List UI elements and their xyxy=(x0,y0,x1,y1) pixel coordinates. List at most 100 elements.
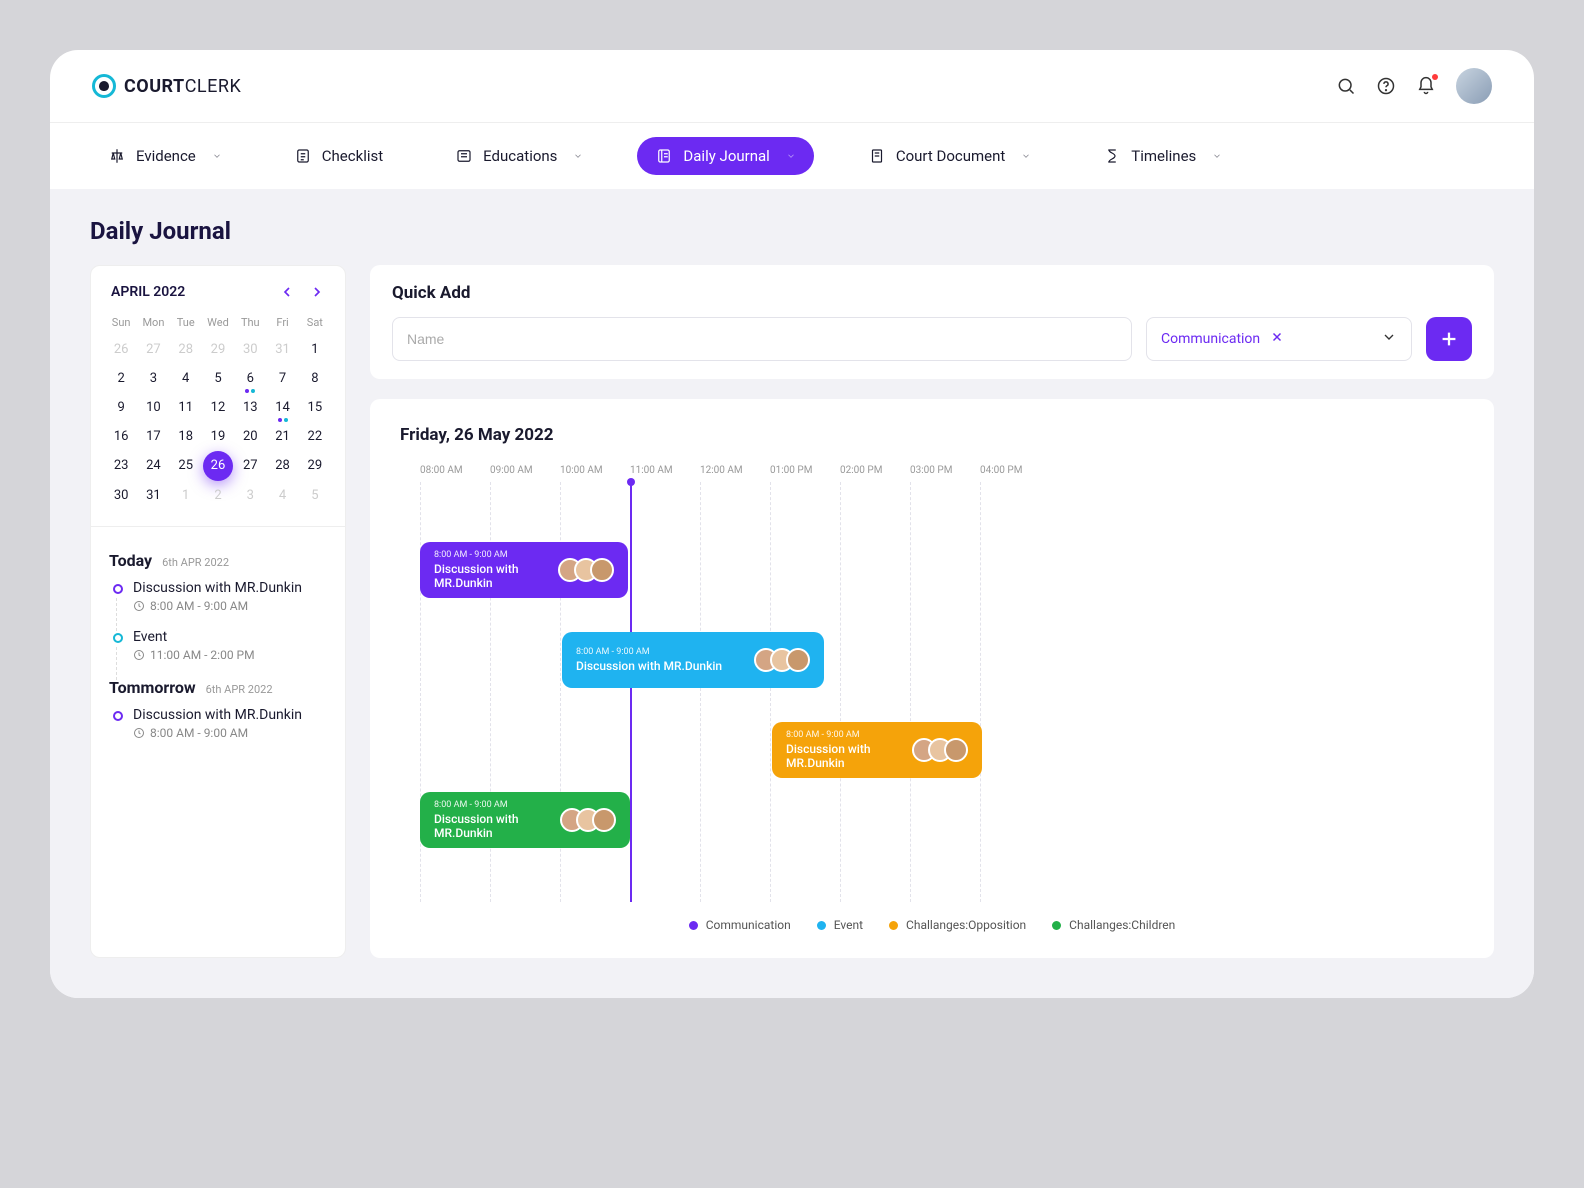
quick-add-panel: Quick Add Communication xyxy=(370,265,1494,379)
calendar-day[interactable]: 26 xyxy=(105,335,137,364)
user-avatar[interactable] xyxy=(1456,68,1492,104)
calendar-day[interactable]: 3 xyxy=(137,364,169,393)
timeline-legend: CommunicationEventChallanges:OppositionC… xyxy=(400,918,1464,932)
calendar-day[interactable]: 3 xyxy=(234,481,266,510)
nav-item-checklist[interactable]: Checklist xyxy=(276,137,401,175)
nav-item-court-document[interactable]: Court Document xyxy=(850,137,1049,175)
navbar: Evidence Checklist Educations Daily Journal… xyxy=(50,123,1534,189)
calendar-dow: Sun xyxy=(105,310,137,335)
timeline-body: 8:00 AM - 9:00 AM Discussion with MR.Dunk… xyxy=(400,482,1464,902)
legend-dot xyxy=(889,921,898,930)
calendar-prev-button[interactable] xyxy=(279,284,295,300)
calendar-day[interactable]: 23 xyxy=(105,451,137,481)
agenda-section-date: 6th APR 2022 xyxy=(162,556,229,569)
calendar-day[interactable]: 28 xyxy=(266,451,298,481)
calendar-dow: Wed xyxy=(202,310,234,335)
search-icon[interactable] xyxy=(1336,76,1356,96)
page-title: Daily Journal xyxy=(90,217,1494,245)
agenda-item-time: 11:00 AM - 2:00 PM xyxy=(133,648,255,662)
calendar-day[interactable]: 2 xyxy=(202,481,234,510)
timeline-event-avatars xyxy=(754,648,810,672)
notifications-icon[interactable] xyxy=(1416,76,1436,96)
nav-item-evidence[interactable]: Evidence xyxy=(90,137,240,175)
quick-add-category-select[interactable]: Communication xyxy=(1146,317,1412,361)
agenda-item[interactable]: Discussion with MR.Dunkin 8:00 AM - 9:00… xyxy=(109,707,327,740)
quick-add-submit-button[interactable] xyxy=(1426,317,1472,361)
calendar-day[interactable]: 24 xyxy=(137,451,169,481)
timeline-event[interactable]: 8:00 AM - 9:00 AMDiscussion with MR.Dunk… xyxy=(772,722,982,778)
calendar-day[interactable]: 7 xyxy=(266,364,298,393)
calendar-next-button[interactable] xyxy=(309,284,325,300)
calendar-day[interactable]: 25 xyxy=(170,451,202,481)
agenda-section-title: Today xyxy=(109,551,152,570)
logo[interactable]: COURTCLERK xyxy=(92,74,241,98)
calendar-day[interactable]: 8 xyxy=(299,364,331,393)
calendar-day[interactable]: 4 xyxy=(170,364,202,393)
timeline-event[interactable]: 8:00 AM - 9:00 AMDiscussion with MR.Dunk… xyxy=(420,792,630,848)
calendar-day[interactable]: 30 xyxy=(105,481,137,510)
chevron-down-icon xyxy=(1381,329,1397,349)
calendar-day[interactable]: 19 xyxy=(202,422,234,451)
calendar-day[interactable]: 18 xyxy=(170,422,202,451)
calendar-day[interactable]: 21 xyxy=(266,422,298,451)
calendar-day[interactable]: 20 xyxy=(234,422,266,451)
help-icon[interactable] xyxy=(1376,76,1396,96)
legend-dot xyxy=(689,921,698,930)
timeline-event-title: Discussion with MR.Dunkin xyxy=(434,562,548,590)
chevron-down-icon xyxy=(212,151,222,161)
nav-item-daily-journal[interactable]: Daily Journal xyxy=(637,137,813,175)
calendar-day[interactable]: 9 xyxy=(105,393,137,422)
calendar-day[interactable]: 4 xyxy=(266,481,298,510)
timeline-event-time: 8:00 AM - 9:00 AM xyxy=(434,550,548,560)
calendar-day[interactable]: 1 xyxy=(170,481,202,510)
timeline-event[interactable]: 8:00 AM - 9:00 AM Discussion with MR.Dunk… xyxy=(420,542,628,598)
calendar-day[interactable]: 26 xyxy=(203,451,233,481)
calendar-day[interactable]: 30 xyxy=(234,335,266,364)
avatar-icon xyxy=(786,648,810,672)
timeline-hour-label: 12:00 AM xyxy=(700,465,770,476)
timeline-event[interactable]: 8:00 AM - 9:00 AMDiscussion with MR.Dunk… xyxy=(562,632,824,688)
calendar-day[interactable]: 16 xyxy=(105,422,137,451)
calendar-day[interactable]: 17 xyxy=(137,422,169,451)
tag-clear-icon[interactable] xyxy=(1270,330,1284,348)
calendar-day[interactable]: 2 xyxy=(105,364,137,393)
calendar-dow: Mon xyxy=(137,310,169,335)
timeline-event-avatars xyxy=(558,558,614,582)
nav-item-educations[interactable]: Educations xyxy=(437,137,601,175)
calendar-day[interactable]: 13 xyxy=(234,393,266,422)
calendar-day[interactable]: 22 xyxy=(299,422,331,451)
calendar-day[interactable]: 29 xyxy=(202,335,234,364)
calendar-dow: Thu xyxy=(234,310,266,335)
timeline-hour-label: 03:00 PM xyxy=(910,465,980,476)
calendar-day[interactable]: 5 xyxy=(299,481,331,510)
calendar-header: APRIL 2022 xyxy=(91,266,345,310)
legend-label: Communication xyxy=(706,918,791,932)
calendar-day[interactable]: 11 xyxy=(170,393,202,422)
quick-add-name-input[interactable] xyxy=(392,317,1132,361)
calendar-day[interactable]: 27 xyxy=(137,335,169,364)
calendar-day[interactable]: 29 xyxy=(299,451,331,481)
nav-item-timelines[interactable]: Timelines xyxy=(1085,137,1240,175)
chevron-down-icon xyxy=(786,151,796,161)
calendar-day[interactable]: 10 xyxy=(137,393,169,422)
agenda-item[interactable]: Event 11:00 AM - 2:00 PM xyxy=(109,629,327,662)
calendar-day[interactable]: 15 xyxy=(299,393,331,422)
calendar-day[interactable]: 14 xyxy=(266,393,298,422)
timeline-hour-label: 10:00 AM xyxy=(560,465,630,476)
nav-icon xyxy=(294,147,312,165)
agenda-item[interactable]: Discussion with MR.Dunkin 8:00 AM - 9:00… xyxy=(109,580,327,613)
nav-label: Educations xyxy=(483,147,557,165)
calendar-day[interactable]: 6 xyxy=(234,364,266,393)
calendar-day[interactable]: 31 xyxy=(266,335,298,364)
nav-icon xyxy=(108,147,126,165)
calendar-dow: Fri xyxy=(266,310,298,335)
timeline-event-time: 8:00 AM - 9:00 AM xyxy=(786,730,902,740)
calendar-dow: Tue xyxy=(170,310,202,335)
calendar-day[interactable]: 1 xyxy=(299,335,331,364)
calendar-day[interactable]: 27 xyxy=(234,451,266,481)
calendar-day[interactable]: 28 xyxy=(170,335,202,364)
calendar-day[interactable]: 12 xyxy=(202,393,234,422)
calendar-day[interactable]: 5 xyxy=(202,364,234,393)
calendar-day[interactable]: 31 xyxy=(137,481,169,510)
agenda-section-date: 6th APR 2022 xyxy=(206,683,273,696)
